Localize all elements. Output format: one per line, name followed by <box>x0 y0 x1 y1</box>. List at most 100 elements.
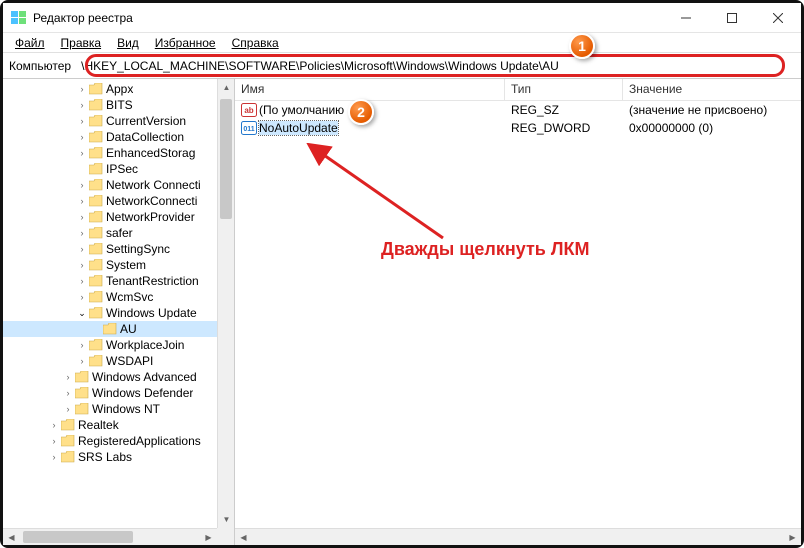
menu-file[interactable]: Файл <box>7 35 53 51</box>
col-header-value[interactable]: Значение <box>623 79 801 100</box>
tree-item[interactable]: ›CurrentVersion <box>3 113 234 129</box>
tree-item[interactable]: ›Windows Advanced <box>3 369 234 385</box>
tree-item[interactable]: ›EnhancedStorag <box>3 145 234 161</box>
tree-item[interactable]: › Windows NT <box>3 401 234 417</box>
chevron-right-icon[interactable]: › <box>77 196 87 206</box>
tree-item[interactable]: ›RegisteredApplications <box>3 433 234 449</box>
scroll-thumb-vertical[interactable] <box>220 99 232 219</box>
folder-icon <box>61 435 75 447</box>
scrollbar-corner <box>217 528 234 545</box>
folder-icon <box>89 163 103 175</box>
chevron-right-icon[interactable]: › <box>77 132 87 142</box>
scroll-down-button[interactable]: ▼ <box>218 511 235 528</box>
tree-item-label: AU <box>120 322 137 336</box>
chevron-right-icon[interactable]: › <box>49 436 59 446</box>
address-input[interactable] <box>75 56 801 76</box>
chevron-right-icon[interactable]: › <box>63 404 73 414</box>
chevron-right-icon[interactable]: › <box>77 244 87 254</box>
chevron-right-icon[interactable]: › <box>77 116 87 126</box>
list-header: Имя Тип Значение <box>235 79 801 101</box>
menu-help[interactable]: Справка <box>224 35 287 51</box>
folder-icon <box>89 115 103 127</box>
tree-item-label: WSDAPI <box>106 354 153 368</box>
folder-icon <box>89 291 103 303</box>
chevron-right-icon[interactable]: › <box>63 372 73 382</box>
tree-item[interactable]: ›SRS Labs <box>3 449 234 465</box>
value-type: REG_SZ <box>505 103 623 117</box>
folder-icon <box>89 83 103 95</box>
tree-item[interactable]: ›Windows Defender <box>3 385 234 401</box>
tree-item[interactable]: AU <box>3 321 234 337</box>
chevron-right-icon[interactable]: › <box>77 180 87 190</box>
tree-item-label: IPSec <box>106 162 138 176</box>
tree-item[interactable]: ›DataCollection <box>3 129 234 145</box>
scroll-thumb-horizontal[interactable] <box>23 531 133 543</box>
close-button[interactable] <box>755 3 801 33</box>
chevron-right-icon[interactable]: › <box>49 420 59 430</box>
chevron-right-icon[interactable]: › <box>77 148 87 158</box>
scroll-right-button[interactable]: ▶ <box>200 529 217 545</box>
tree-item-label: System <box>106 258 146 272</box>
tree-item[interactable]: ›TenantRestriction <box>3 273 234 289</box>
app-icon <box>11 10 27 26</box>
tree-item[interactable]: ›NetworkProvider <box>3 209 234 225</box>
col-header-type[interactable]: Тип <box>505 79 623 100</box>
folder-icon <box>75 387 89 399</box>
chevron-right-icon[interactable]: › <box>63 388 73 398</box>
maximize-button[interactable] <box>709 3 755 33</box>
list-row[interactable]: 011NoAutoUpdateREG_DWORD0x00000000 (0) <box>235 119 801 137</box>
tree-item[interactable]: ›WorkplaceJoin <box>3 337 234 353</box>
tree-item[interactable]: › Appx <box>3 81 234 97</box>
scroll-up-button[interactable]: ▲ <box>218 79 235 96</box>
tree-item[interactable]: ›WcmSvc <box>3 289 234 305</box>
folder-icon <box>75 403 89 415</box>
tree-scrollbar-vertical[interactable]: ▲ ▼ <box>217 79 234 528</box>
chevron-down-icon[interactable]: ⌄ <box>77 308 87 319</box>
list-row[interactable]: ab(По умолчаниюREG_SZ(значение не присво… <box>235 101 801 119</box>
tree-item[interactable]: ›Network Connecti <box>3 177 234 193</box>
chevron-right-icon[interactable]: › <box>77 356 87 366</box>
scroll-right-button[interactable]: ▶ <box>784 529 801 545</box>
menu-edit[interactable]: Правка <box>53 35 110 51</box>
chevron-right-icon[interactable]: › <box>77 212 87 222</box>
scroll-left-button[interactable]: ◀ <box>235 529 252 545</box>
tree-item[interactable]: › Realtek <box>3 417 234 433</box>
chevron-right-icon[interactable]: › <box>77 260 87 270</box>
tree-item[interactable]: › WSDAPI <box>3 353 234 369</box>
tree-item[interactable]: IPSec <box>3 161 234 177</box>
tree-item-label: Windows NT <box>92 402 160 416</box>
folder-icon <box>89 131 103 143</box>
tree-item-label: Realtek <box>78 418 119 432</box>
list-scrollbar-horizontal[interactable]: ◀ ▶ <box>235 528 801 545</box>
folder-icon <box>89 355 103 367</box>
tree-item[interactable]: ›BITS <box>3 97 234 113</box>
tree-scrollbar-horizontal[interactable]: ◀ ▶ <box>3 528 217 545</box>
folder-icon <box>89 179 103 191</box>
value-list[interactable]: Имя Тип Значение ab(По умолчаниюREG_SZ(з… <box>235 79 801 545</box>
chevron-right-icon[interactable]: › <box>49 452 59 462</box>
chevron-right-icon[interactable]: › <box>77 292 87 302</box>
chevron-right-icon[interactable]: › <box>77 100 87 110</box>
chevron-right-icon[interactable]: › <box>77 340 87 350</box>
string-value-icon: ab <box>241 103 257 117</box>
registry-tree[interactable]: › Appx›BITS›CurrentVersion›DataCollection… <box>3 79 235 545</box>
tree-item[interactable]: › SettingSync <box>3 241 234 257</box>
tree-item[interactable]: ⌄Windows Update <box>3 305 234 321</box>
svg-text:011: 011 <box>243 126 254 133</box>
tree-item[interactable]: ›safer <box>3 225 234 241</box>
menu-view[interactable]: Вид <box>109 35 147 51</box>
folder-icon <box>75 371 89 383</box>
col-header-name[interactable]: Имя <box>235 79 505 100</box>
scroll-left-button[interactable]: ◀ <box>3 529 20 545</box>
chevron-right-icon[interactable]: › <box>77 276 87 286</box>
tree-item-label: SettingSync <box>106 242 170 256</box>
tree-item-label: Appx <box>106 82 133 96</box>
tree-item[interactable]: › System <box>3 257 234 273</box>
menu-favorites[interactable]: Избранное <box>147 35 224 51</box>
tree-item[interactable]: ›NetworkConnecti <box>3 193 234 209</box>
chevron-right-icon[interactable]: › <box>77 84 87 94</box>
chevron-right-icon[interactable]: › <box>77 228 87 238</box>
folder-icon <box>89 211 103 223</box>
value-data: (значение не присвоено) <box>623 103 801 117</box>
minimize-button[interactable] <box>663 3 709 33</box>
